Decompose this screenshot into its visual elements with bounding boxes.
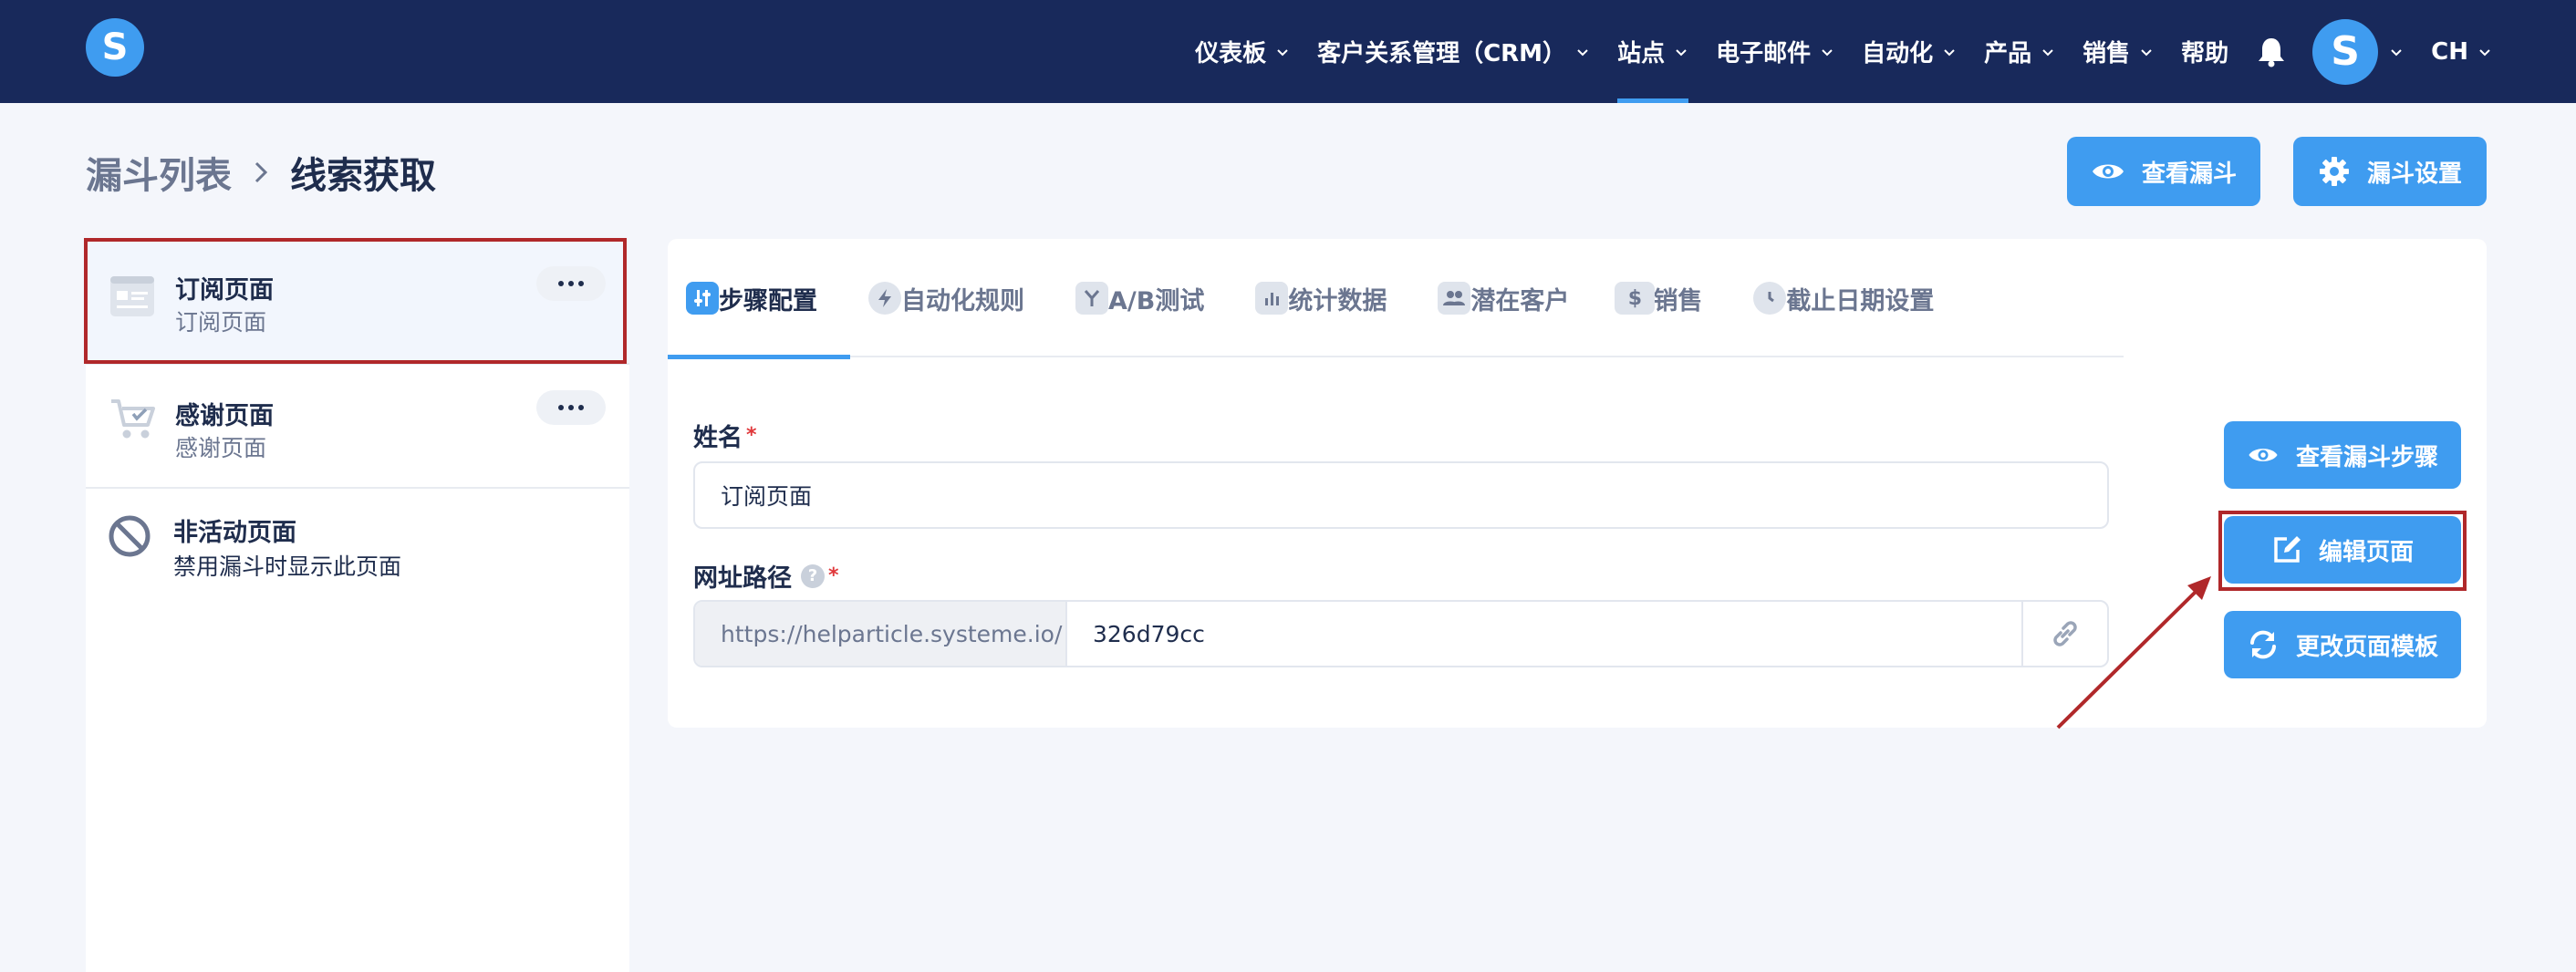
annotation-arrow [2056, 576, 2211, 729]
